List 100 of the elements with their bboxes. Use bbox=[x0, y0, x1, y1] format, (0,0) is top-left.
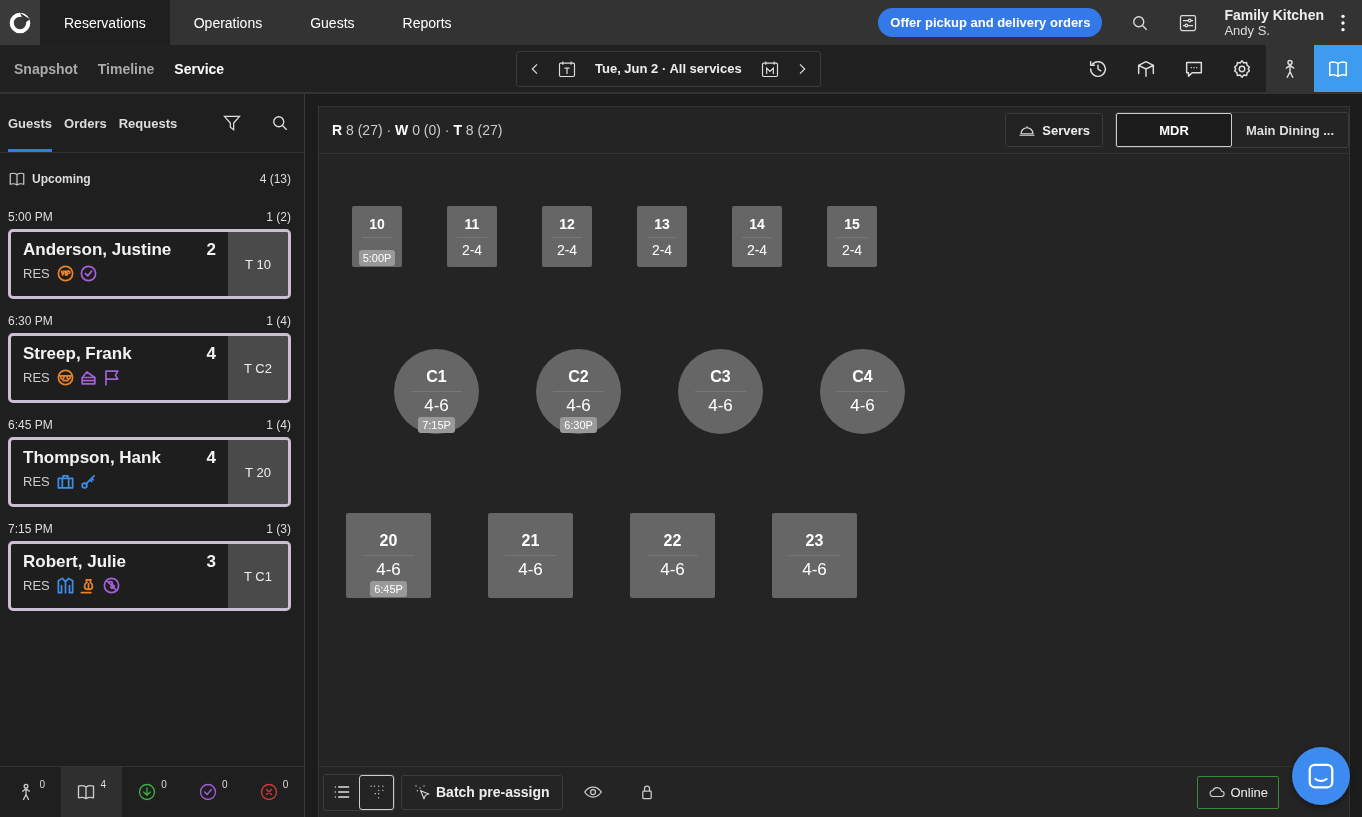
reservation-card[interactable]: Streep, Frank 4 RES T C2 bbox=[8, 333, 291, 403]
filter-count-button[interactable]: 0 bbox=[243, 767, 304, 817]
table-capacity: 4-6 bbox=[518, 559, 543, 580]
table-capacity: 4-6 bbox=[424, 395, 449, 416]
reservation-type: RES bbox=[23, 370, 50, 385]
chat-icon bbox=[1306, 761, 1336, 791]
user-name: Andy S. bbox=[1224, 23, 1271, 38]
more-icon[interactable] bbox=[1340, 12, 1346, 33]
book-button[interactable] bbox=[1314, 45, 1362, 92]
dining-table[interactable]: C4 4-6 bbox=[820, 349, 905, 434]
dining-table[interactable]: 13 2-4 bbox=[637, 206, 687, 267]
dining-table[interactable]: 15 2-4 bbox=[827, 206, 877, 267]
table-capacity: 2-4 bbox=[556, 241, 578, 258]
date-picker[interactable]: Tue, Jun 2 · All services bbox=[516, 50, 821, 87]
table-capacity: 4-6 bbox=[566, 395, 591, 416]
reservation-type: RES bbox=[23, 266, 50, 281]
grid-view-button[interactable] bbox=[359, 774, 394, 810]
table-capacity: 2-4 bbox=[841, 241, 863, 258]
dining-table[interactable]: C3 4-6 bbox=[678, 349, 763, 434]
list-tab[interactable]: Orders bbox=[64, 94, 107, 152]
slot-count: 1 (3) bbox=[266, 522, 291, 536]
guest-name: Thompson, Hank bbox=[23, 448, 161, 468]
section-label: Upcoming bbox=[32, 172, 91, 186]
dining-table[interactable]: 10 5:00P bbox=[352, 206, 402, 267]
time-slot: 6:45 PM bbox=[8, 418, 53, 432]
nav-tab[interactable]: Guests bbox=[286, 0, 379, 45]
slot-count: 1 (4) bbox=[266, 314, 291, 328]
table-number: C1 bbox=[426, 367, 447, 386]
person-button[interactable] bbox=[1266, 45, 1314, 92]
time-badge: 5:00P bbox=[358, 250, 396, 266]
filter-count-button[interactable]: 0 bbox=[0, 767, 61, 817]
reservation-card[interactable]: Robert, Julie 3 RES T C1 bbox=[8, 541, 291, 611]
section-tab[interactable]: MDR bbox=[1116, 113, 1232, 147]
reservation-card[interactable]: Anderson, Justine 2 RES T 10 bbox=[8, 229, 291, 299]
sliders-icon[interactable] bbox=[1178, 12, 1199, 33]
table-number: 23 bbox=[805, 531, 824, 550]
restaurant-name: Family Kitchen bbox=[1224, 7, 1324, 23]
table-number: 11 bbox=[464, 215, 480, 232]
reservation-card[interactable]: Thompson, Hank 4 RES T 20 bbox=[8, 437, 291, 507]
table-number: C4 bbox=[852, 367, 873, 386]
table-number: 13 bbox=[654, 215, 670, 232]
dining-table[interactable]: 14 2-4 bbox=[732, 206, 782, 267]
table-number: 12 bbox=[559, 215, 575, 232]
table-assignment: T C2 bbox=[228, 336, 288, 400]
table-number: C2 bbox=[568, 367, 589, 386]
servers-button[interactable]: Servers bbox=[1005, 113, 1103, 147]
online-status-button[interactable]: Online bbox=[1197, 775, 1279, 809]
guest-name: Anderson, Justine bbox=[23, 240, 172, 260]
dining-table[interactable]: 11 2-4 bbox=[447, 206, 497, 267]
filter-count-button[interactable]: 0 bbox=[182, 767, 244, 817]
table-capacity: 2-4 bbox=[746, 241, 768, 258]
promo-button[interactable]: Offer pickup and delivery orders bbox=[878, 8, 1103, 37]
view-tab[interactable]: Service bbox=[164, 60, 235, 77]
view-tab[interactable]: Timeline bbox=[87, 60, 165, 77]
section-count: 4 (13) bbox=[259, 172, 291, 186]
table-capacity: 4-6 bbox=[850, 395, 875, 416]
time-slot: 6:30 PM bbox=[8, 314, 53, 328]
search-icon[interactable] bbox=[270, 113, 290, 133]
party-size: 2 bbox=[206, 240, 216, 260]
list-tab[interactable]: Guests bbox=[8, 94, 53, 152]
nav-tab[interactable]: Operations bbox=[169, 0, 287, 45]
dining-table[interactable]: C2 4-6 6:30P bbox=[536, 349, 621, 434]
settings-icon bbox=[1231, 57, 1253, 80]
table-number: 15 bbox=[844, 215, 860, 232]
dining-table[interactable]: 23 4-6 bbox=[772, 513, 857, 598]
dining-table[interactable]: 21 4-6 bbox=[488, 513, 573, 598]
filter-count-button[interactable]: 4 bbox=[60, 767, 122, 817]
batch-button[interactable]: Batch pre-assign bbox=[401, 774, 563, 810]
time-badge: 6:30P bbox=[560, 417, 597, 433]
time-badge: 6:45P bbox=[370, 581, 407, 597]
table-number: 14 bbox=[749, 215, 765, 232]
table-capacity: 2-4 bbox=[651, 241, 673, 258]
dining-table[interactable]: C1 4-6 7:15P bbox=[394, 349, 479, 434]
list-tab[interactable]: Requests bbox=[118, 94, 178, 152]
time-badge: 7:15P bbox=[418, 417, 455, 433]
table-capacity: 4-6 bbox=[376, 559, 401, 580]
table-number: 21 bbox=[521, 531, 540, 550]
filter-count-button[interactable]: 0 bbox=[121, 767, 183, 817]
guest-name: Streep, Frank bbox=[23, 344, 132, 364]
party-size: 4 bbox=[206, 448, 216, 468]
table-assignment: T C1 bbox=[228, 544, 288, 608]
nav-tab[interactable]: Reservations bbox=[40, 0, 170, 45]
dining-table[interactable]: 12 2-4 bbox=[542, 206, 592, 267]
dining-table[interactable]: 22 4-6 bbox=[630, 513, 715, 598]
cover-stats: R 8 (27) · W 0 (0) · T 8 (27) bbox=[332, 122, 503, 138]
table-number: 10 bbox=[369, 215, 385, 232]
nav-tab[interactable]: Reports bbox=[378, 0, 476, 45]
table-capacity: 4-6 bbox=[802, 559, 827, 580]
filter-icon[interactable] bbox=[222, 113, 242, 133]
section-tab[interactable]: Main Dining ... bbox=[1232, 113, 1348, 147]
logo-icon[interactable] bbox=[0, 0, 40, 45]
slot-count: 1 (2) bbox=[266, 210, 291, 224]
party-size: 3 bbox=[206, 552, 216, 572]
table-number: 22 bbox=[663, 531, 682, 550]
dining-table[interactable]: 20 4-6 6:45P bbox=[346, 513, 431, 598]
table-assignment: T 20 bbox=[228, 440, 288, 504]
reservation-type: RES bbox=[23, 474, 50, 489]
table-capacity: 4-6 bbox=[708, 395, 733, 416]
view-tab[interactable]: Snapshot bbox=[4, 60, 88, 77]
cursor-icon bbox=[414, 784, 430, 800]
